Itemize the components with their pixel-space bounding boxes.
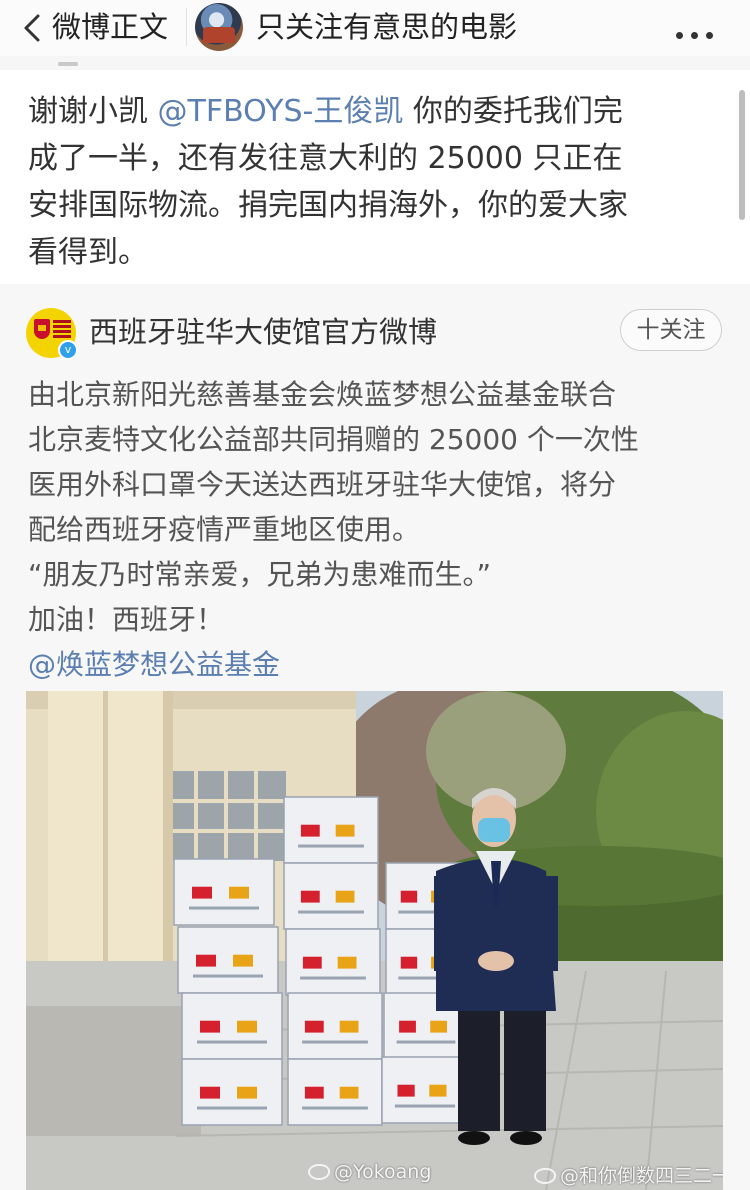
watermark-daoshu: @和你倒数四三二一 — [534, 1161, 723, 1188]
box-label-text — [189, 906, 259, 910]
more-icon[interactable] — [676, 24, 724, 39]
box-label-text — [197, 1106, 267, 1110]
china-flag-icon — [300, 824, 320, 837]
spain-flag-icon — [429, 1084, 447, 1097]
post-text: 看得到。 — [28, 235, 148, 270]
mention-link[interactable]: @TFBOYS-王俊凯 — [158, 94, 404, 129]
watermark-yokoang: @Yokoang — [308, 1161, 431, 1183]
box-label-text — [300, 976, 366, 980]
mask-box — [283, 862, 379, 930]
mask-box — [177, 926, 279, 994]
box-label-text — [197, 1040, 267, 1044]
box-label-text — [302, 1106, 368, 1110]
author-name[interactable]: 只关注有意思的电影 — [256, 10, 517, 44]
china-flag-icon — [200, 1086, 220, 1099]
post-line: 看得到。 — [28, 229, 728, 276]
repost-body: 由北京新阳光慈善基金会焕蓝梦想公益基金联合 北京麦特文化公益部共同捐赠的 250… — [28, 372, 728, 687]
mask-box — [283, 796, 379, 864]
spain-flag-icon — [237, 1086, 257, 1099]
scrollbar[interactable] — [739, 90, 745, 220]
post-text: 谢谢小凯 — [28, 94, 158, 129]
reposted-weibo[interactable]: v 西班牙驻华大使馆官方微博 十关注 由北京新阳光慈善基金会焕蓝梦想公益基金联合… — [0, 284, 750, 1190]
post-line: 成了一半，还有发往意大利的 25000 只正在 — [28, 135, 728, 182]
post-photo[interactable]: @Yokoang @和你倒数四三二一 — [26, 691, 723, 1190]
weibo-logo-icon — [534, 1168, 556, 1184]
spain-flag-icon — [233, 954, 253, 967]
china-flag-icon — [304, 1086, 324, 1099]
box-label-text — [298, 844, 364, 848]
box-label-text — [298, 910, 364, 914]
box-label-text — [302, 1040, 368, 1044]
repost-author-name[interactable]: 西班牙驻华大使馆官方微博 — [89, 314, 437, 350]
mask-box — [287, 992, 383, 1060]
china-flag-icon — [200, 1020, 220, 1033]
repost-line: 医用外科口罩今天送达西班牙驻华大使馆，将分 — [28, 468, 617, 501]
spain-flag-icon — [335, 890, 355, 903]
post-line: 安排国际物流。捐完国内捐海外，你的爱大家 — [28, 182, 728, 229]
spain-flag-icon — [335, 824, 355, 837]
top-nav-bar: 微博正文 只关注有意思的电影 — [0, 0, 750, 56]
repost-line: 加油！西班牙！ — [28, 603, 225, 636]
post-text: 安排国际物流。捐完国内捐海外，你的爱大家 — [28, 188, 628, 223]
weibo-logo-icon — [308, 1164, 330, 1180]
post-text: 成了一半，还有发往意大利的 25000 只正在 — [28, 141, 623, 176]
post-body: 谢谢小凯 @TFBOYS-王俊凯 你的委托我们完成了一半，还有发往意大利的 25… — [28, 88, 728, 276]
mask-box — [181, 992, 283, 1060]
verified-badge-icon: v — [58, 340, 78, 360]
spain-flag-icon — [229, 886, 249, 899]
photo-scene — [26, 691, 723, 1190]
logo-text-lines — [53, 320, 71, 323]
nav-divider — [186, 8, 187, 46]
spain-flag-icon — [430, 1020, 447, 1033]
section-divider — [0, 56, 750, 70]
spain-flag-icon — [339, 1020, 359, 1033]
china-flag-icon — [192, 886, 212, 899]
author-avatar[interactable] — [195, 3, 243, 51]
china-flag-icon — [304, 1020, 324, 1033]
china-flag-icon — [399, 1020, 416, 1033]
spain-flag-icon — [237, 1020, 257, 1033]
spain-flag-icon — [339, 1086, 359, 1099]
repost-line: 北京麦特文化公益部共同捐赠的 25000 个一次性 — [28, 423, 639, 456]
mask-box — [173, 858, 275, 926]
repost-line: 配给西班牙疫情严重地区使用。 — [28, 513, 421, 546]
china-flag-icon — [400, 956, 418, 969]
post-text: 你的委托我们完 — [403, 94, 623, 129]
repost-mention-link[interactable]: @焕蓝梦想公益基金 — [28, 642, 728, 687]
mask-box — [287, 1058, 383, 1126]
china-flag-icon — [397, 1084, 415, 1097]
china-flag-icon — [196, 954, 216, 967]
coat-of-arms-icon — [34, 319, 50, 339]
spain-flag-icon — [337, 956, 357, 969]
repost-line: “朋友乃时常亲爱，兄弟为患难而生。” — [28, 558, 492, 591]
follow-button[interactable]: 十关注 — [620, 309, 722, 351]
mask-box — [181, 1058, 283, 1126]
mask-box — [381, 1056, 469, 1124]
box-label-text — [396, 1040, 456, 1044]
repost-line: 由北京新阳光慈善基金会焕蓝梦想公益基金联合 — [28, 378, 617, 411]
back-arrow-icon[interactable] — [20, 13, 48, 43]
china-flag-icon — [400, 890, 418, 903]
box-label-text — [394, 1104, 456, 1108]
box-label-text — [193, 974, 263, 978]
page-title[interactable]: 微博正文 — [52, 10, 168, 44]
post-line: 谢谢小凯 @TFBOYS-王俊凯 你的委托我们完 — [28, 88, 728, 135]
mask-box — [285, 928, 381, 996]
china-flag-icon — [302, 956, 322, 969]
china-flag-icon — [300, 890, 320, 903]
